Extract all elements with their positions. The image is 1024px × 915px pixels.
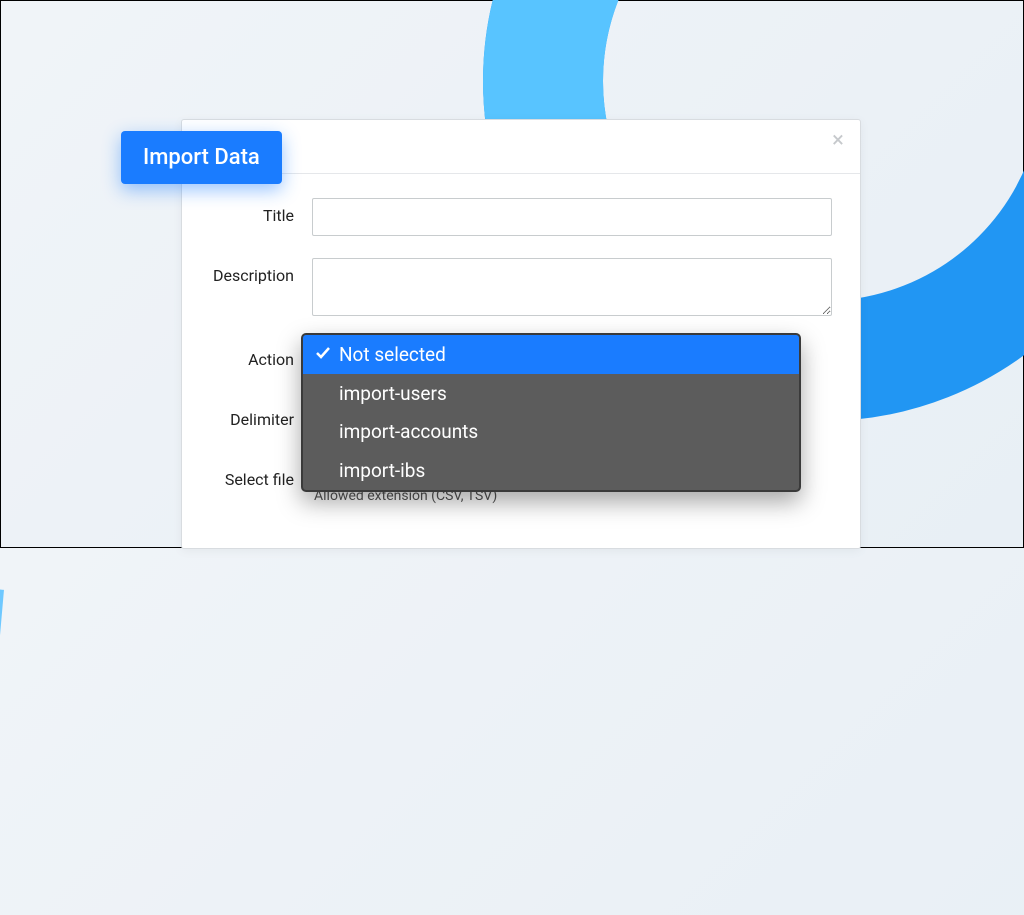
check-icon [315, 345, 331, 361]
option-label: import-ibs [339, 459, 425, 482]
modal-title-badge: Import Data [121, 131, 282, 184]
option-label: import-users [339, 382, 447, 405]
label-delimiter: Delimiter [182, 402, 312, 429]
row-description: Description [182, 258, 832, 320]
close-icon: × [832, 128, 844, 153]
label-title: Title [182, 198, 312, 225]
label-action: Action [182, 342, 312, 369]
action-dropdown-list[interactable]: Not selected import-users import-account… [301, 333, 801, 492]
label-select-file: Select file [182, 462, 312, 489]
action-option-import-users[interactable]: import-users [303, 374, 799, 413]
label-description: Description [182, 258, 312, 285]
modal-header: × [182, 120, 860, 174]
action-option-import-ibs[interactable]: import-ibs [303, 451, 799, 490]
option-label: import-accounts [339, 420, 478, 443]
description-input[interactable] [312, 258, 832, 316]
title-input[interactable] [312, 198, 832, 236]
close-button[interactable]: × [828, 132, 848, 152]
row-title: Title [182, 198, 832, 236]
action-option-import-accounts[interactable]: import-accounts [303, 412, 799, 451]
action-option-not-selected[interactable]: Not selected [303, 335, 799, 374]
option-label: Not selected [339, 343, 446, 366]
